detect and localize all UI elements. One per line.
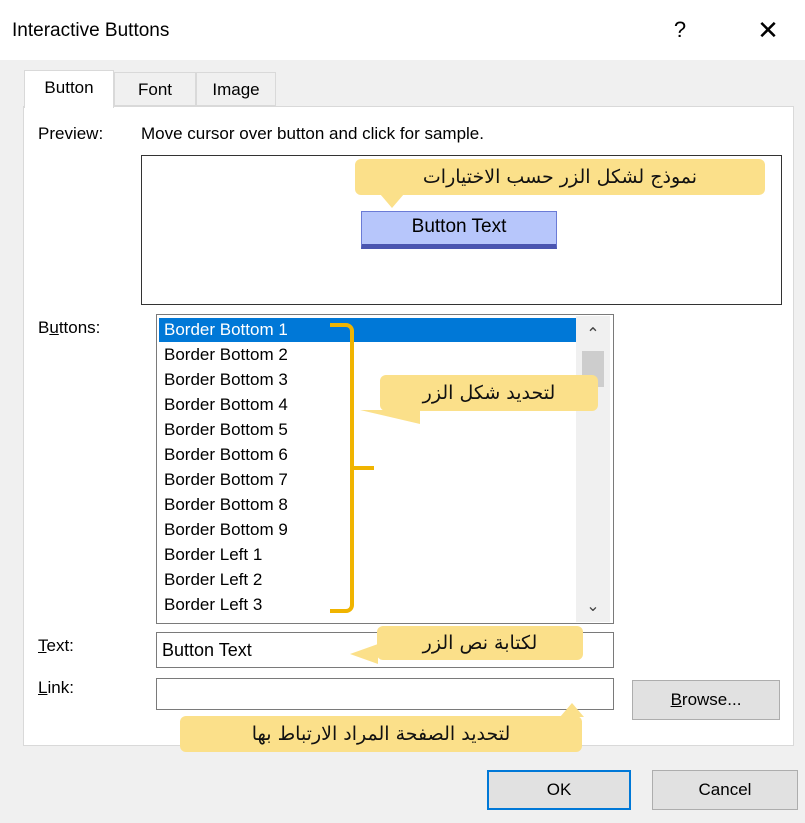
list-item[interactable]: Border Left 2 — [159, 568, 579, 592]
list-item[interactable]: Border Bottom 6 — [159, 443, 579, 467]
listbox-scrollbar[interactable]: ⌃ ⌄ — [576, 316, 610, 622]
list-item[interactable]: Border Left 1 — [159, 543, 579, 567]
preview-callout-tail — [380, 194, 404, 208]
list-bracket-nub — [352, 466, 374, 470]
link-input[interactable] — [156, 678, 614, 710]
link-callout: لتحديد الصفحة المراد الارتباط بها — [180, 716, 582, 752]
text-callout-tail — [350, 644, 378, 664]
list-item[interactable]: Border Bottom 7 — [159, 468, 579, 492]
preview-instruction: Move cursor over button and click for sa… — [141, 124, 484, 143]
list-callout: لتحديد شكل الزر — [380, 375, 598, 411]
link-callout-tail — [560, 703, 584, 717]
list-item[interactable]: Border Left 3 — [159, 593, 579, 617]
dialog-title: Interactive Buttons — [12, 20, 170, 41]
list-item-selected[interactable]: Border Bottom 1 — [159, 318, 579, 342]
list-callout-tail — [360, 410, 420, 424]
browse-button[interactable]: Browse... — [632, 680, 780, 720]
help-icon[interactable]: ? — [665, 15, 695, 45]
list-item[interactable]: Border Bottom 2 — [159, 343, 579, 367]
scroll-down-icon[interactable]: ⌄ — [576, 596, 610, 616]
list-item[interactable]: Border Bottom 8 — [159, 493, 579, 517]
title-bar[interactable]: Interactive Buttons ? ✕ — [0, 0, 805, 60]
tab-button[interactable]: Button — [24, 70, 114, 108]
preview-label: Preview: — [38, 124, 104, 143]
preview-callout: نموذج لشكل الزر حسب الاختيارات — [355, 159, 765, 195]
buttons-listbox[interactable]: Border Bottom 1 Border Bottom 2 Border B… — [156, 314, 614, 624]
link-label: Link: — [38, 678, 74, 697]
text-callout: لكتابة نص الزر — [377, 626, 583, 660]
tab-font[interactable]: Font — [114, 72, 196, 106]
close-icon[interactable]: ✕ — [752, 14, 784, 46]
sample-button[interactable]: Button Text — [361, 211, 557, 249]
text-label: Text: — [38, 636, 74, 655]
scroll-up-icon[interactable]: ⌃ — [576, 324, 610, 344]
ok-button[interactable]: OK — [487, 770, 631, 810]
list-item[interactable]: Border Bottom 9 — [159, 518, 579, 542]
list-bracket — [330, 323, 354, 613]
cancel-button[interactable]: Cancel — [652, 770, 798, 810]
tab-image[interactable]: Image — [196, 72, 276, 106]
buttons-label: Buttons: — [38, 318, 101, 337]
interactive-buttons-dialog: Interactive Buttons ? ✕ Button Font Imag… — [0, 0, 805, 823]
